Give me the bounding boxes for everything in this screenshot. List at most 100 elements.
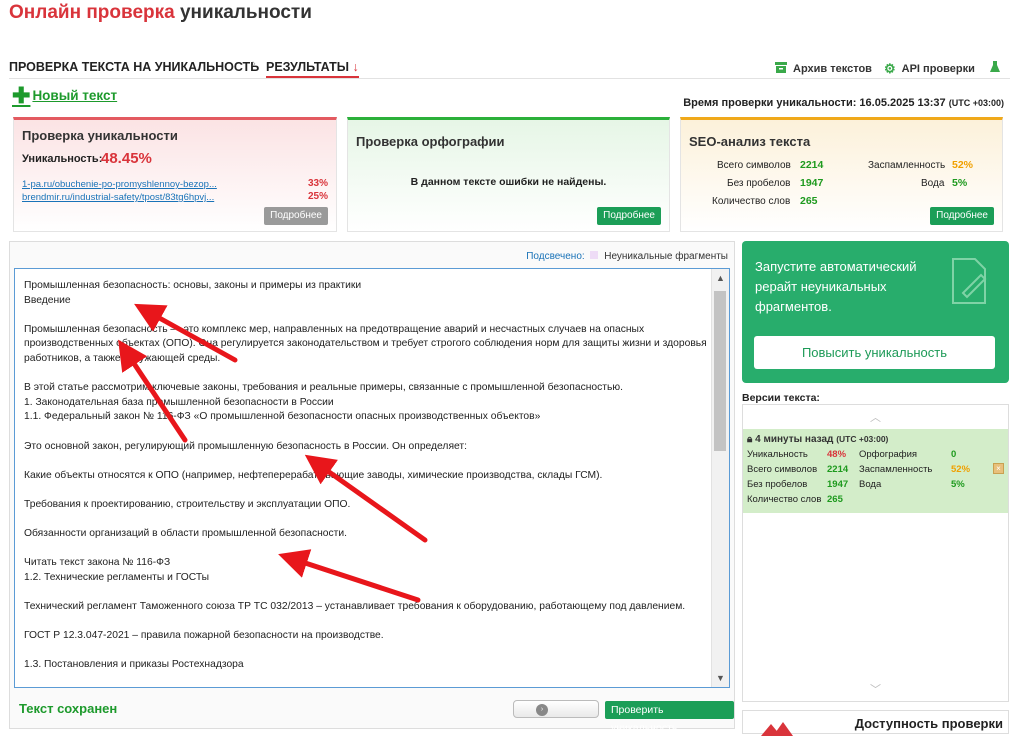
seo-words-label: Количество слов (712, 196, 791, 207)
chevron-up-icon[interactable]: ︿ (743, 409, 1008, 425)
legend-swatch (590, 251, 599, 259)
arrow-down-icon: ↓ (352, 60, 359, 74)
version-tz: (UTC +03:00) (836, 434, 889, 444)
seo-water: 5% (952, 177, 968, 189)
highlight-legend: Подсвечено: Неуникальные фрагменты (526, 251, 728, 262)
version-spell-label: Орфография (859, 449, 918, 460)
text-line: производственных объектах (ОПО). Она рег… (24, 338, 707, 350)
spelling-more-button[interactable]: Подробнее (597, 207, 661, 225)
text-line: В этой статье рассмотрим ключевые законы… (24, 382, 623, 394)
text-line (24, 367, 709, 382)
api-label: API проверки (901, 63, 975, 75)
text-editor-panel: Подсвечено: Неуникальные фрагменты Промы… (9, 241, 735, 734)
text-content[interactable]: Промышленная безопасность: основы, закон… (24, 279, 709, 673)
text-line: Читать текст закона № 116-ФЗ (24, 557, 171, 569)
version-time: 4 минуты назад (755, 434, 834, 445)
source-percent-2: 25% (307, 191, 328, 202)
versions-title: Версии текста: (742, 392, 820, 404)
check-uniqueness-button[interactable]: Проверить уникальность (605, 701, 734, 734)
api-link[interactable]: ⚙ API проверки (884, 61, 975, 77)
version-words-label: Количество слов (747, 494, 822, 505)
seo-spam: 52% (952, 159, 974, 171)
version-uniq: 48% (827, 449, 847, 460)
seo-total-chars: 2214 (800, 159, 824, 171)
text-line: 1.2. Технические регламенты и ГОСТы (24, 571, 210, 583)
source-percent-1: 33% (307, 178, 328, 189)
access-check-title: Доступность проверки (854, 716, 1003, 731)
text-line: Какие объекты относятся к ОПО (например,… (24, 469, 603, 481)
lock-icon: 🔒︎ (747, 434, 753, 445)
nav-step-results-label: РЕЗУЛЬТАТЫ (266, 60, 349, 74)
version-water: 5% (951, 479, 965, 490)
text-line: Промышленная безопасность — это комплекс… (24, 323, 645, 335)
version-chars-label: Всего символов (747, 464, 818, 475)
version-nospace-label: Без пробелов (747, 479, 808, 490)
version-spam-label: Заспамленность (859, 464, 933, 475)
toggle-knob-icon: › (536, 704, 548, 716)
text-line: Промышленная безопасность: основы, закон… (24, 280, 362, 291)
seo-total-chars-label: Всего символов (717, 160, 791, 171)
archive-label: Архив текстов (793, 62, 872, 75)
check-time: Время проверки уникальности: 16.05.2025 … (683, 97, 1004, 109)
text-line: 1. Законодательная база промышленной без… (24, 396, 334, 408)
seo-card-title: SEO-анализ текста (689, 134, 811, 149)
scrollbar-thumb[interactable] (714, 291, 726, 451)
uniqueness-card-title: Проверка уникальности (22, 128, 178, 143)
plus-icon: ✚ (12, 82, 31, 108)
text-line (24, 308, 709, 323)
text-line: Введение (24, 294, 71, 306)
seo-more-button[interactable]: Подробнее (930, 207, 994, 225)
delete-version-icon[interactable]: × (993, 463, 1004, 474)
archive-link[interactable]: Архив текстов (775, 61, 872, 76)
promo-text: Запустите автоматический рерайт неуникал… (755, 259, 917, 314)
version-water-label: Вода (859, 479, 882, 490)
text-line: Технический регламент Таможенного союза … (24, 601, 686, 613)
legend-label: Подсвечено: (526, 251, 585, 262)
scroll-down-icon[interactable]: ▼ (716, 673, 725, 683)
breadcrumb-chevron-icon: › (252, 58, 256, 70)
check-time-label: Время проверки уникальности: 16.05.2025 … (683, 97, 946, 109)
gear-icon: ⚙ (884, 61, 896, 76)
version-item[interactable]: 🔒︎ 4 минуты назад (UTC +03:00) Уникально… (743, 429, 1008, 513)
mode-toggle[interactable]: › (513, 700, 599, 718)
new-text-link[interactable]: ✚ Новый текст (12, 82, 117, 108)
seo-words: 265 (800, 195, 818, 207)
legend-item: Неуникальные фрагменты (604, 251, 728, 262)
boost-uniqueness-button[interactable]: Повысить уникальность (754, 336, 995, 369)
version-spam: 52% (951, 464, 971, 475)
header-divider (9, 78, 1010, 79)
spelling-message: В данном тексте ошибки не найдены. (410, 176, 607, 188)
uniqueness-value: 48.45% (101, 150, 152, 167)
archive-icon (775, 61, 787, 76)
check-time-tz: (UTC +03:00) (948, 98, 1004, 108)
access-check-panel: Доступность проверки (742, 710, 1009, 736)
flask-icon[interactable] (990, 61, 1000, 73)
text-line (24, 425, 709, 440)
page-title-part2: уникальности (179, 2, 312, 23)
page-title: Онлайн проверка уникальности (9, 2, 312, 24)
source-link-1[interactable]: 1-pa.ru/obuchenie-po-promyshlennoy-bezop… (22, 179, 217, 190)
nav-step-results[interactable]: РЕЗУЛЬТАТЫ ↓ (266, 60, 359, 78)
seo-no-spaces-label: Без пробелов (727, 178, 791, 189)
text-line: ГОСТ Р 12.3.047-2021 – правила пожарной … (24, 630, 384, 642)
text-line: Требования к проектированию, строительст… (24, 498, 351, 510)
uniqueness-label: Уникальность: (22, 153, 103, 165)
text-line: 1.1. Федеральный закон № 116-ФЗ «О промы… (24, 411, 541, 423)
version-nospace: 1947 (827, 479, 849, 490)
text-line (24, 513, 709, 528)
seo-water-label: Вода (921, 178, 945, 189)
text-line: Обязанности организаций в области промыш… (24, 528, 348, 540)
scrollbar[interactable]: ▲ ▼ (711, 269, 729, 687)
chevron-down-icon[interactable]: ﹀ (743, 681, 1008, 697)
version-header: 🔒︎ 4 минуты назад (UTC +03:00) (747, 434, 888, 445)
text-area[interactable]: Промышленная безопасность: основы, закон… (14, 268, 730, 688)
uniqueness-more-button[interactable]: Подробнее (264, 207, 328, 225)
spelling-card: Проверка орфографии В данном тексте ошиб… (347, 117, 670, 232)
version-uniq-label: Уникальность (747, 449, 808, 460)
nav-step-check[interactable]: ПРОВЕРКА ТЕКСТА НА УНИКАЛЬНОСТЬ (9, 60, 259, 74)
text-line (24, 542, 709, 557)
text-line: работников, а также окружающей среды. (24, 352, 221, 364)
page-title-part1: Онлайн проверка (9, 2, 175, 23)
source-link-2[interactable]: brendmir.ru/industrial-safety/tpost/83tg… (22, 192, 214, 203)
scroll-up-icon[interactable]: ▲ (716, 273, 725, 283)
